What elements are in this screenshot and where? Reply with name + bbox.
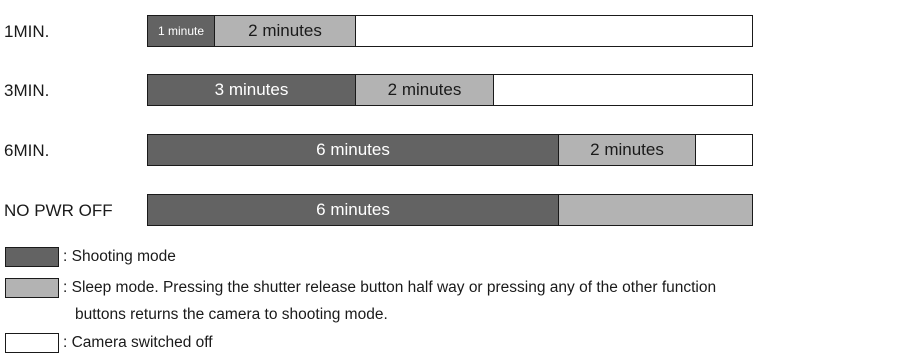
legend-text-sleep: : Sleep mode. Pressing the shutter relea… [63, 279, 717, 296]
sleep-segment: 2 minutes [355, 75, 493, 105]
legend-swatch-off [5, 333, 59, 353]
row-label-6min: 6MIN. [4, 141, 50, 160]
shooting-segment: 3 minutes [148, 75, 355, 105]
sleep-segment [558, 195, 752, 225]
off-segment [493, 75, 752, 105]
sleep-segment: 2 minutes [558, 135, 695, 165]
shooting-segment: 6 minutes [148, 135, 558, 165]
legend-text-sleep-continued: buttons returns the camera to shooting m… [75, 306, 388, 323]
timeline-bar-6min: 6 minutes 2 minutes [147, 134, 753, 166]
legend-text-off: : Camera switched off [63, 334, 213, 351]
shooting-segment: 6 minutes [148, 195, 558, 225]
row-label-no-pwr-off: NO PWR OFF [4, 201, 113, 220]
timeline-bar-3min: 3 minutes 2 minutes [147, 74, 753, 106]
legend-text-shooting: : Shooting mode [63, 248, 176, 265]
timeline-bar-1min: 1 minute 2 minutes [147, 15, 753, 47]
legend-swatch-shooting [5, 247, 59, 267]
off-segment [355, 16, 752, 46]
legend-swatch-sleep [5, 278, 59, 298]
sleep-segment: 2 minutes [214, 16, 355, 46]
shooting-segment: 1 minute [148, 16, 214, 46]
off-segment [695, 135, 752, 165]
row-label-1min: 1MIN. [4, 22, 50, 41]
row-label-3min: 3MIN. [4, 81, 50, 100]
timeline-bar-no-pwr-off: 6 minutes [147, 194, 753, 226]
